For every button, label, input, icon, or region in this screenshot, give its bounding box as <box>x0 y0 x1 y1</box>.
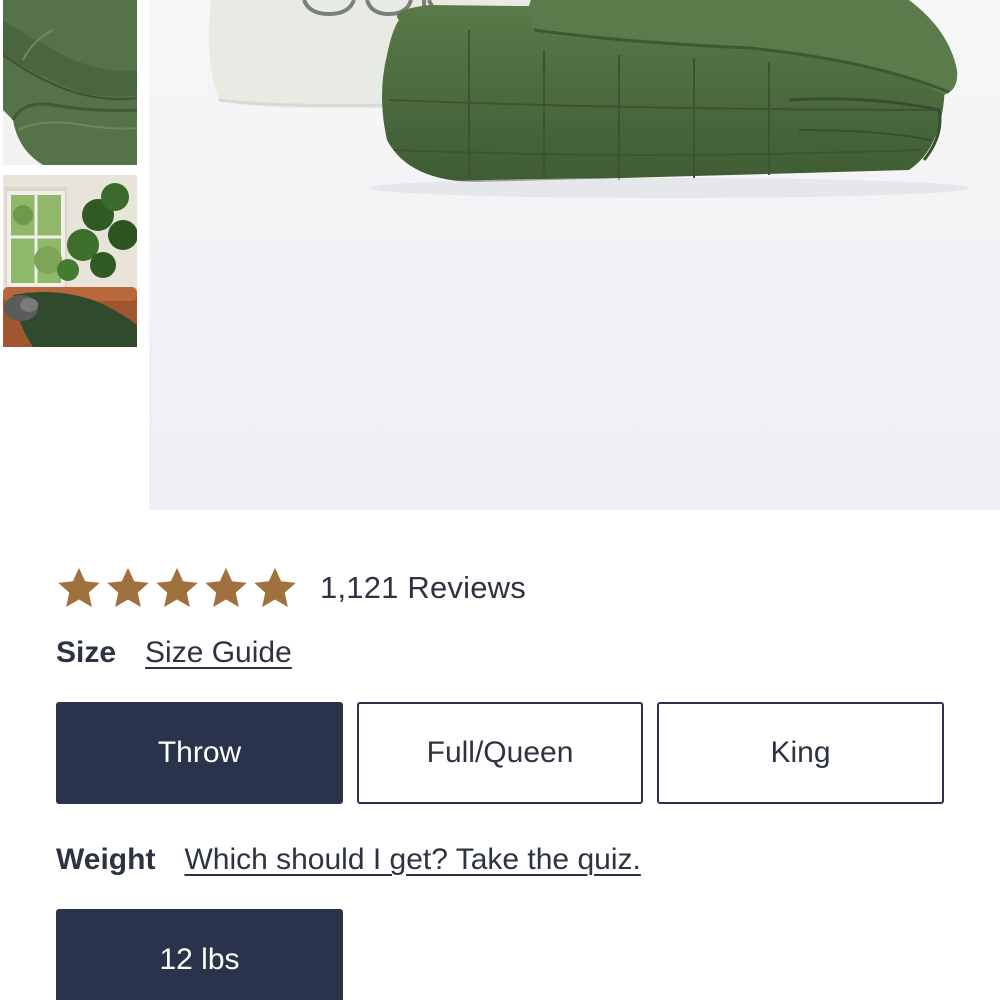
size-header: Size Size Guide <box>56 636 292 670</box>
star-icon <box>154 565 200 611</box>
living-room-image <box>3 175 137 347</box>
weight-header: Weight Which should I get? Take the quiz… <box>56 843 641 877</box>
star-icon <box>56 565 102 611</box>
weight-quiz-link[interactable]: Which should I get? Take the quiz. <box>184 843 640 877</box>
size-label: Size <box>56 636 117 669</box>
star-icon <box>203 565 249 611</box>
star-icon <box>252 565 298 611</box>
size-option-label: Throw <box>157 736 242 769</box>
size-option-king[interactable]: King <box>657 702 944 804</box>
star-rating <box>56 565 298 611</box>
size-option-label: King <box>770 736 831 769</box>
size-option-full-queen[interactable]: Full/Queen <box>357 702 643 804</box>
weight-option-12-lbs[interactable]: 12 lbs <box>56 909 343 1000</box>
product-page: 1,121 Reviews Size Size Guide Throw Full… <box>0 0 1000 1000</box>
star-icon <box>105 565 151 611</box>
size-option-throw[interactable]: Throw <box>56 702 343 804</box>
hero-product-image <box>149 0 1000 510</box>
size-option-label: Full/Queen <box>426 736 574 769</box>
product-rating: 1,121 Reviews <box>56 563 526 613</box>
blanket-detail-image <box>3 0 137 165</box>
gallery-thumbnail-2[interactable] <box>3 175 137 347</box>
folded-blanket-image <box>149 0 1000 510</box>
weight-label: Weight <box>56 843 156 876</box>
size-guide-link[interactable]: Size Guide <box>145 636 292 670</box>
reviews-link[interactable]: 1,121 Reviews <box>320 570 526 606</box>
gallery-thumbnail-1[interactable] <box>3 0 137 165</box>
weight-option-label: 12 lbs <box>159 943 240 976</box>
